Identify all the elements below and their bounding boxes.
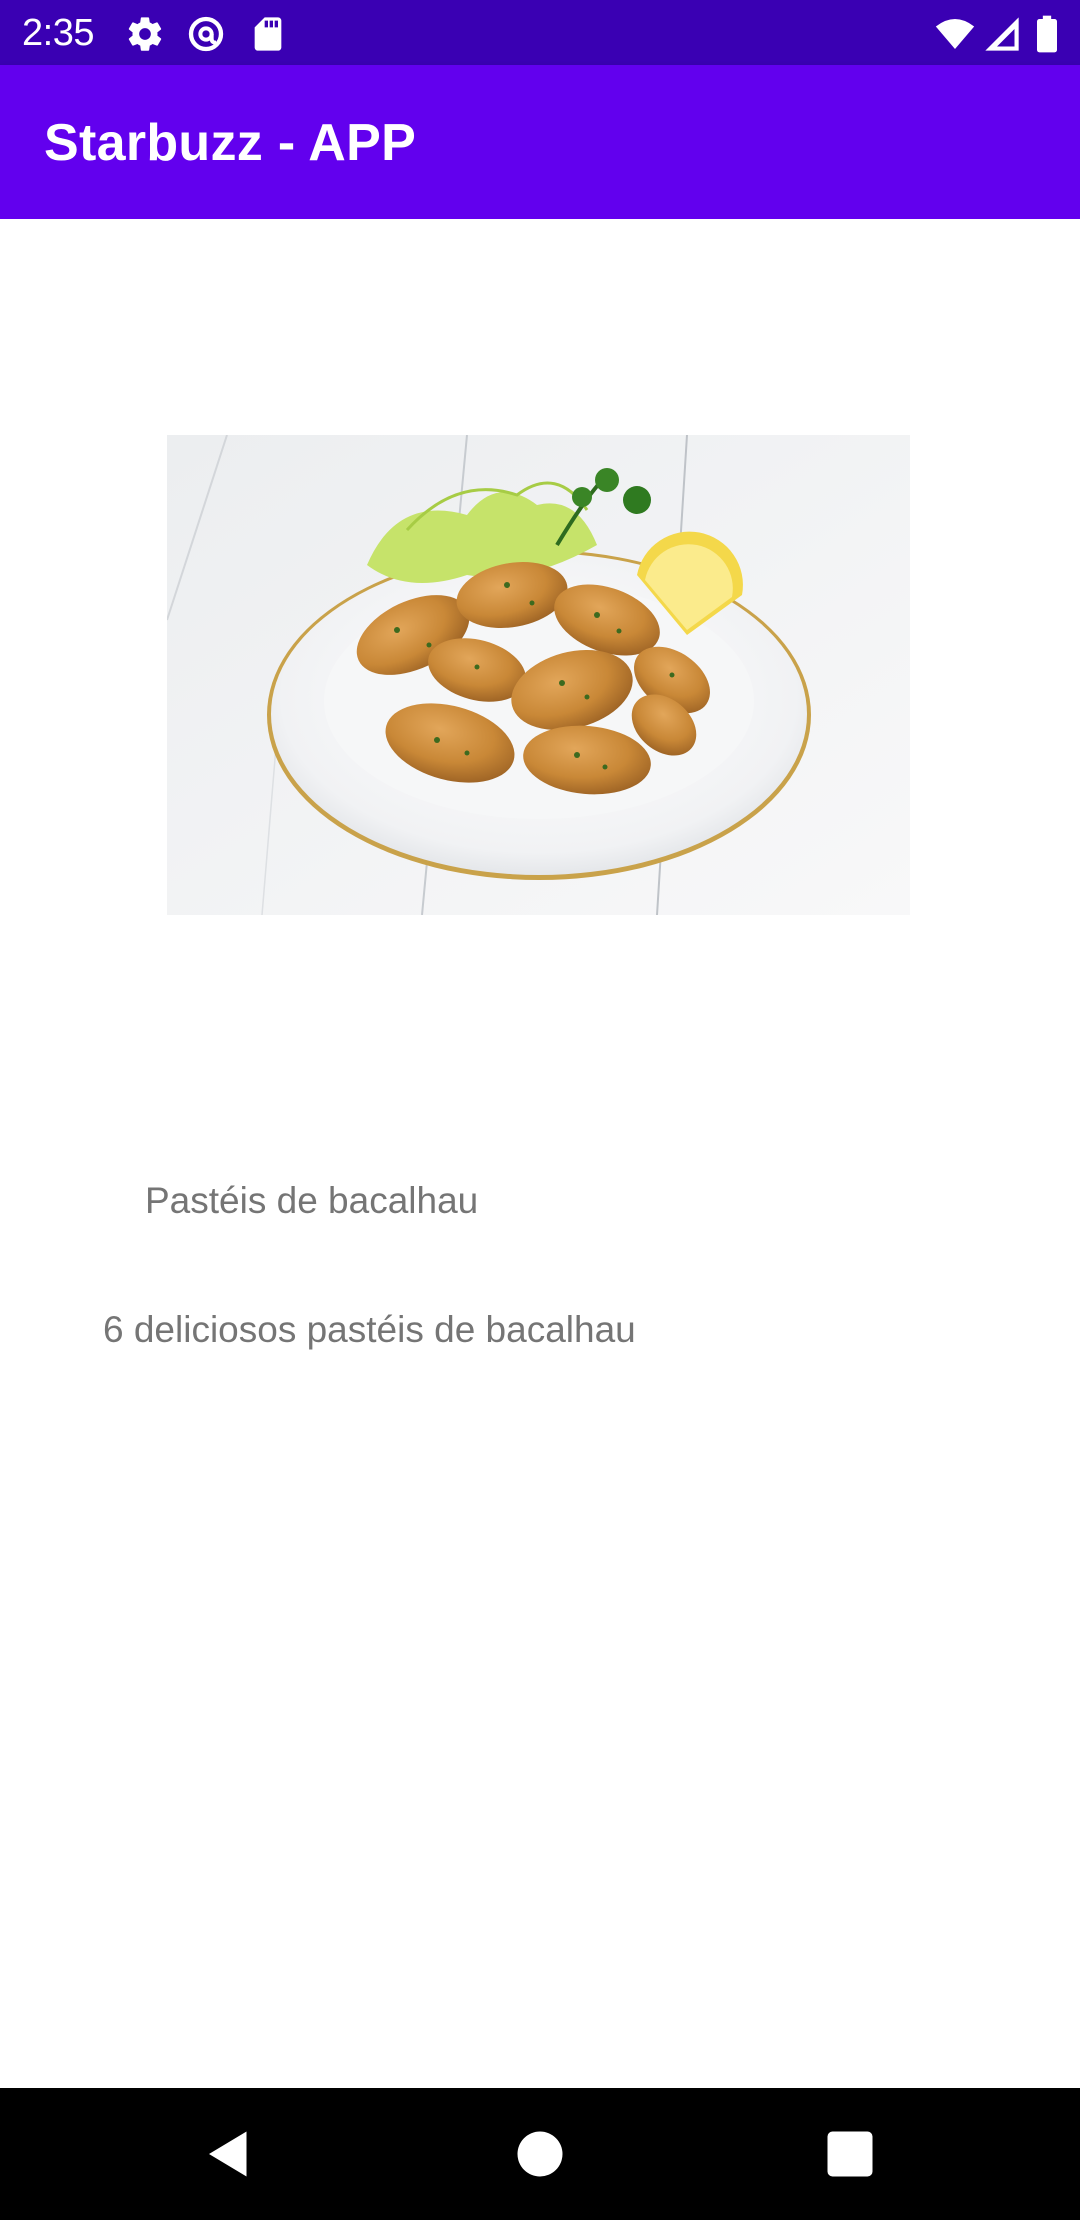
status-time: 2:35 <box>22 12 94 54</box>
item-detail-content: Pastéis de bacalhau 6 deliciosos pastéis… <box>0 219 1080 2088</box>
back-icon[interactable] <box>199 2124 259 2184</box>
app-title: Starbuzz - APP <box>44 114 417 172</box>
gear-icon <box>128 17 162 51</box>
recents-icon[interactable] <box>820 2124 880 2184</box>
item-description: 6 deliciosos pastéis de bacalhau <box>103 1309 636 1350</box>
item-name: Pastéis de bacalhau <box>145 1180 479 1221</box>
wifi-icon <box>935 19 975 49</box>
status-bar: 2:35 <box>0 0 1080 65</box>
at-sign-icon <box>188 16 224 52</box>
food-photo <box>167 435 910 915</box>
battery-icon <box>1037 15 1057 53</box>
home-icon[interactable] <box>510 2124 570 2184</box>
cell-signal-icon <box>985 17 1019 51</box>
app-bar: Starbuzz - APP <box>0 65 1080 219</box>
sd-card-icon <box>254 17 282 51</box>
navigation-bar <box>0 2088 1080 2220</box>
